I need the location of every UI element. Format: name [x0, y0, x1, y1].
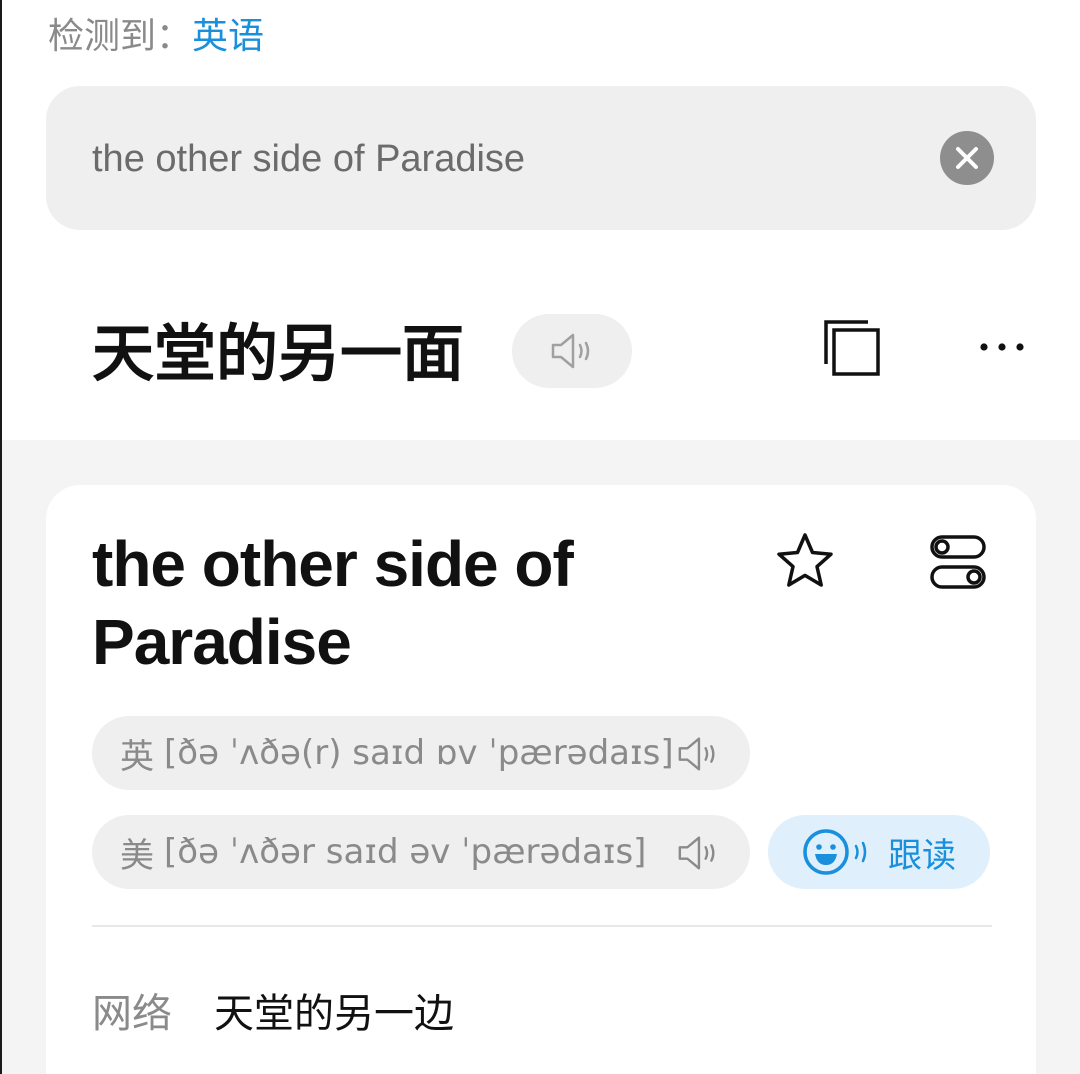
favorite-button[interactable] — [772, 529, 838, 595]
translation-speak-button[interactable] — [512, 314, 632, 388]
pronunciation-ipa: [ðə ˈʌðər saɪd əv ˈpærədaɪs] — [164, 832, 647, 872]
copy-icon — [824, 320, 880, 376]
web-definition-tag: 网络 — [92, 991, 172, 1037]
speaker-icon — [678, 836, 715, 870]
follow-read-button[interactable]: 跟读 — [768, 815, 990, 889]
phrase-headword: the other side of Paradise — [92, 528, 574, 678]
close-icon — [956, 147, 978, 169]
pronunciation-uk-button[interactable]: 英 [ðə ˈʌðə(r) saɪd ɒv ˈpærədaɪs] — [92, 716, 750, 790]
copy-button[interactable] — [818, 316, 884, 382]
divider — [92, 925, 992, 927]
pronunciation-region: 英 — [120, 736, 154, 777]
star-icon — [777, 533, 833, 587]
clear-input-button[interactable] — [940, 131, 994, 185]
pronunciation-ipa: [ðə ˈʌðə(r) saɪd ɒv ˈpærədaɪs] — [164, 733, 674, 773]
source-input-text[interactable]: the other side of Paradise — [92, 136, 525, 182]
display-settings-button[interactable] — [928, 531, 990, 593]
pronunciation-region: 美 — [120, 835, 154, 876]
translation-result: 天堂的另一面 — [92, 317, 465, 390]
dictionary-card: the other side of Paradise 英 [ðə ˈʌðə(r)… — [46, 485, 1036, 1074]
detected-label: 检测到： — [48, 16, 193, 57]
follow-read-label: 跟读 — [888, 835, 956, 876]
web-definition-row: 网络 天堂的另一边 — [92, 981, 454, 1039]
toggle-settings-icon — [930, 535, 986, 589]
source-input-box[interactable]: the other side of Paradise — [46, 86, 1036, 230]
smile-face-icon — [803, 829, 849, 875]
sound-waves-icon — [854, 841, 867, 863]
speaker-icon — [678, 737, 715, 771]
more-button[interactable] — [972, 322, 1032, 370]
speaker-icon — [551, 333, 590, 369]
more-horizontal-icon — [980, 343, 1024, 351]
pronunciation-us-button[interactable]: 美 [ðə ˈʌðər saɪd əv ˈpærədaɪs] — [92, 815, 750, 889]
detected-language-value[interactable]: 英语 — [192, 16, 264, 57]
detected-language: 检测到：英语 — [48, 14, 264, 60]
web-definition-text: 天堂的另一边 — [214, 991, 454, 1037]
